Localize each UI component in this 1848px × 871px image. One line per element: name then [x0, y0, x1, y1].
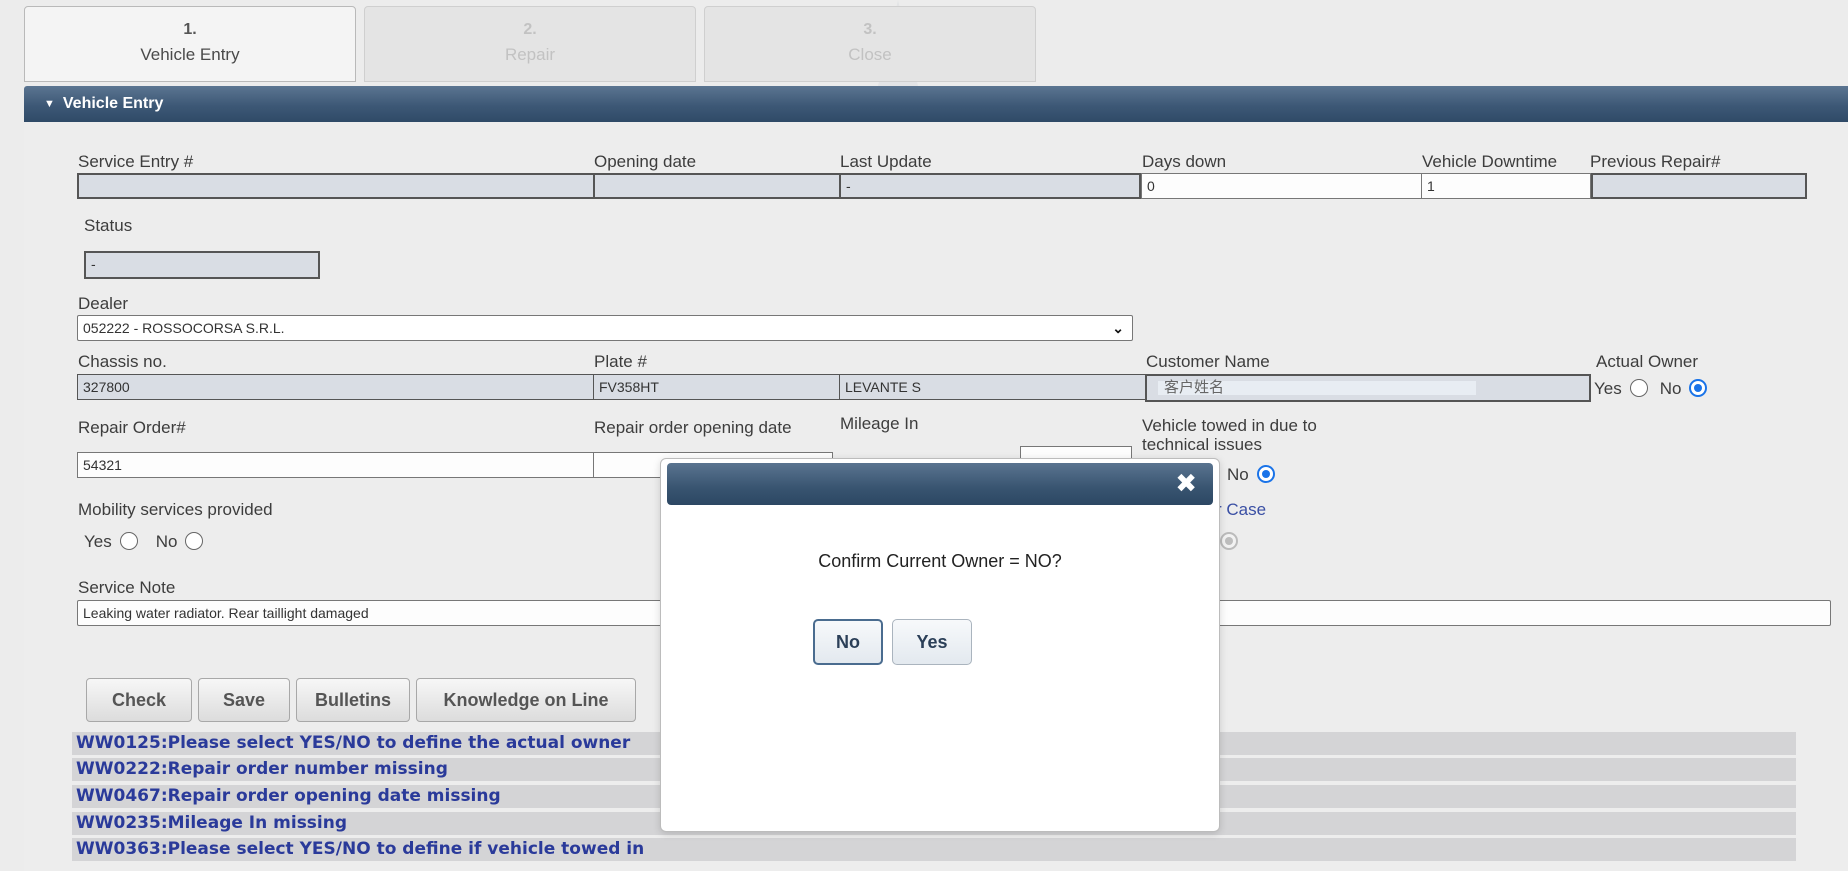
dealer-label: Dealer [78, 294, 129, 313]
previous-repair-field[interactable] [1591, 173, 1807, 199]
customer-name-field[interactable]: 客户姓名 [1145, 374, 1591, 402]
mobility-radio-group: Yes No [84, 532, 215, 552]
confirm-dialog: ✖ Confirm Current Owner = NO? No Yes [660, 458, 1220, 832]
chassis-label: Chassis no. [78, 352, 167, 371]
mileage-in-label: Mileage In [840, 414, 919, 433]
dialog-no-button[interactable]: No [813, 619, 883, 665]
towed-radio-group: No [1227, 465, 1287, 485]
repair-order-field[interactable]: 54321 [77, 452, 595, 478]
mobility-no-label: No [155, 532, 178, 551]
towed-no-label: No [1227, 465, 1249, 484]
repair-order-date-label: Repair order opening date [594, 418, 792, 437]
opening-date-field[interactable] [593, 173, 841, 199]
dialog-message: Confirm Current Owner = NO? [818, 551, 1062, 571]
mobility-no-radio[interactable] [185, 532, 204, 550]
service-entry-label: Service Entry # [78, 152, 194, 171]
customer-name-text: 客户姓名 [1164, 378, 1225, 397]
collapse-triangle-icon: ▼ [44, 98, 55, 110]
check-button[interactable]: Check [86, 678, 192, 722]
actual-owner-yes-label: Yes [1594, 379, 1622, 398]
step-number: 3. [863, 21, 877, 38]
knowledge-online-button[interactable]: Knowledge on Line [416, 678, 636, 722]
actual-owner-no-radio[interactable] [1689, 379, 1708, 397]
step-number: 2. [523, 21, 537, 38]
actual-owner-radio-group: Yes No [1594, 379, 1719, 399]
days-down-field[interactable]: 0 [1141, 173, 1423, 199]
validation-message: WW0363:Please select YES/NO to define if… [72, 838, 1796, 861]
service-note-label: Service Note [78, 578, 176, 597]
step-close[interactable]: 3. Close [704, 6, 1036, 82]
last-update-label: Last Update [840, 152, 932, 171]
customer-case-no-radio[interactable] [1219, 532, 1238, 550]
vehicle-downtime-field[interactable]: 1 [1421, 173, 1591, 199]
customer-name-highlight: 客户姓名 [1158, 378, 1476, 396]
actual-owner-yes-radio[interactable] [1629, 379, 1648, 397]
save-button[interactable]: Save [198, 678, 290, 722]
section-title: Vehicle Entry [62, 95, 164, 112]
step-label: Vehicle Entry [140, 45, 240, 64]
section-header-vehicle-entry[interactable]: ▼ Vehicle Entry [24, 86, 1848, 122]
step-vehicle-entry[interactable]: 1. Vehicle Entry [24, 6, 356, 82]
close-icon[interactable]: ✖ [1175, 469, 1197, 499]
status-label: Status [84, 216, 133, 235]
plate-label: Plate # [594, 352, 647, 371]
mobility-yes-label: Yes [84, 532, 112, 551]
mobility-label: Mobility services provided [78, 500, 273, 519]
service-entry-field[interactable] [77, 173, 595, 199]
step-label: Repair [504, 45, 556, 64]
status-field[interactable]: - [84, 251, 320, 279]
actual-owner-no-label: No [1659, 379, 1682, 398]
repair-order-label: Repair Order# [78, 418, 186, 437]
plate-field[interactable]: FV358HT [593, 374, 841, 400]
dialog-yes-button[interactable]: Yes [892, 619, 972, 665]
dealer-select[interactable]: 052222 - ROSSOCORSA S.R.L. ⌄ [77, 315, 1133, 341]
mobility-yes-radio[interactable] [119, 532, 138, 550]
chassis-field[interactable]: 327800 [77, 374, 595, 400]
vehicle-downtime-label: Vehicle Downtime [1422, 152, 1558, 171]
chevron-down-icon: ⌄ [1112, 320, 1124, 336]
towed-no-radio[interactable] [1256, 465, 1275, 483]
days-down-label: Days down [1142, 152, 1227, 171]
previous-repair-label: Previous Repair# [1590, 152, 1721, 171]
last-update-field[interactable]: - [839, 173, 1141, 199]
opening-date-label: Opening date [594, 152, 697, 171]
actual-owner-label: Actual Owner [1596, 352, 1699, 371]
vehicle-model-field[interactable]: LEVANTE S [839, 374, 1169, 400]
customer-name-label: Customer Name [1146, 352, 1270, 371]
step-repair[interactable]: 2. Repair [364, 6, 696, 82]
step-number: 1. [183, 21, 197, 38]
bulletins-button[interactable]: Bulletins [296, 678, 410, 722]
towed-label: Vehicle towed in due to technical issues [1142, 416, 1317, 454]
step-label: Close [848, 45, 892, 64]
dealer-selected-value: 052222 - ROSSOCORSA S.R.L. [83, 320, 285, 336]
dialog-titlebar[interactable]: ✖ [667, 463, 1213, 505]
